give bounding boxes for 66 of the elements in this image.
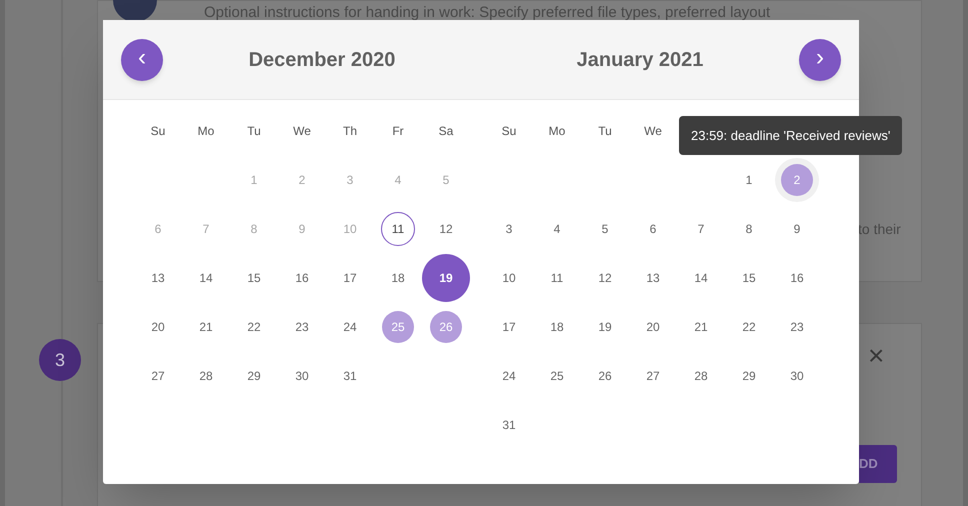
day-button[interactable]: 21 — [684, 310, 718, 344]
previous-month-button[interactable]: ‹ — [121, 38, 163, 80]
day-button[interactable]: 12 — [588, 260, 622, 294]
next-month-button[interactable]: › — [799, 38, 841, 80]
day-button[interactable]: 11 — [540, 260, 574, 294]
day-button[interactable]: 25 — [540, 358, 574, 392]
day-button[interactable]: 9 — [780, 212, 814, 246]
day-button[interactable]: 31 — [333, 358, 367, 392]
day-button[interactable]: 24 — [333, 310, 367, 344]
day-button[interactable]: 6 — [636, 212, 670, 246]
day-button[interactable]: 12 — [429, 212, 463, 246]
day-button[interactable]: 14 — [684, 260, 718, 294]
day-button[interactable]: 26 — [588, 358, 622, 392]
day-button[interactable]: 28 — [684, 358, 718, 392]
weekday-label: Tu — [598, 122, 612, 140]
day-button[interactable]: 11 — [381, 212, 415, 246]
day-button[interactable]: 16 — [285, 260, 319, 294]
weekday-label: Sa — [438, 122, 454, 140]
weekday-label: We — [644, 122, 662, 140]
day-button[interactable]: 7 — [684, 212, 718, 246]
day-button[interactable]: 28 — [189, 358, 223, 392]
day-button[interactable]: 13 — [141, 260, 175, 294]
day-button[interactable]: 22 — [732, 310, 766, 344]
day-button[interactable]: 8 — [732, 212, 766, 246]
weekday-label: Fr — [392, 122, 404, 140]
day-button[interactable]: 15 — [732, 260, 766, 294]
day-button[interactable]: 29 — [237, 358, 271, 392]
day-button[interactable]: 18 — [381, 260, 415, 294]
day-button[interactable]: 27 — [141, 358, 175, 392]
day-button[interactable]: 15 — [237, 260, 271, 294]
day-button[interactable]: 4 — [540, 212, 574, 246]
weekday-label: Th — [342, 122, 357, 140]
day-button[interactable]: 1 — [732, 162, 766, 196]
day-button[interactable]: 14 — [189, 260, 223, 294]
day-button[interactable]: 21 — [189, 310, 223, 344]
month-title: January 2021 — [576, 48, 704, 72]
day-button[interactable]: 16 — [780, 260, 814, 294]
day-button[interactable]: 24 — [492, 358, 526, 392]
weekday-label: We — [293, 122, 311, 140]
day-button[interactable]: 5 — [588, 212, 622, 246]
day-button[interactable]: 19 — [422, 254, 470, 302]
day-button[interactable]: 31 — [492, 408, 526, 442]
day-button[interactable]: 22 — [237, 310, 271, 344]
day-button[interactable]: 17 — [333, 260, 367, 294]
weekday-label: Tu — [247, 122, 261, 140]
day-button[interactable]: 17 — [492, 310, 526, 344]
day-button[interactable]: 19 — [588, 310, 622, 344]
day-button[interactable]: 20 — [141, 310, 175, 344]
day-button[interactable]: 30 — [780, 358, 814, 392]
day-button[interactable]: 23 — [780, 310, 814, 344]
day-button[interactable]: 29 — [732, 358, 766, 392]
add-button[interactable]: DD — [859, 445, 897, 483]
day-button[interactable]: 18 — [540, 310, 574, 344]
weekday-label: Su — [150, 122, 166, 140]
day-button[interactable]: 30 — [285, 358, 319, 392]
weekday-label: Mo — [198, 122, 214, 140]
day-button[interactable]: 10 — [492, 260, 526, 294]
day-button[interactable]: 3 — [492, 212, 526, 246]
tooltip: 23:59: deadline 'Received reviews' — [679, 116, 902, 155]
weekday-label: Su — [502, 122, 516, 140]
day-button[interactable]: 20 — [636, 310, 670, 344]
day-button[interactable]: 13 — [636, 260, 670, 294]
month-title: December 2020 — [248, 48, 396, 72]
weekday-label: Mo — [548, 122, 566, 140]
day-button[interactable]: 23 — [285, 310, 319, 344]
day-button[interactable]: 27 — [636, 358, 670, 392]
